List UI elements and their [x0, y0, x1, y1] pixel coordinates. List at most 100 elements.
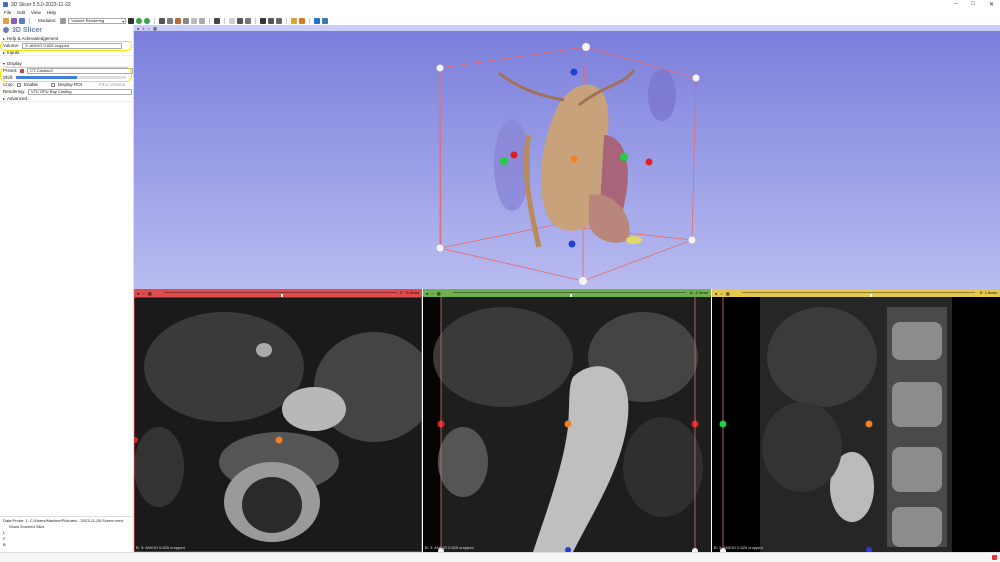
- green-offset-slider[interactable]: [453, 292, 686, 298]
- yellow-slice-controller: ● ○ ▩ R: 1.6mm: [712, 289, 1000, 298]
- enable-label: Enable: [24, 82, 39, 87]
- screenshot-icon[interactable]: [260, 17, 267, 24]
- slicer-logo: 3D Slicer: [0, 25, 133, 35]
- collapse-icon: ▾: [3, 60, 6, 66]
- display-roi-checkbox[interactable]: [51, 82, 56, 87]
- window-controls: – □ ✕: [954, 1, 994, 8]
- slice-intersect-icon[interactable]: [276, 17, 283, 24]
- main-toolbar: Modules: Volume Rendering ▾: [0, 16, 1000, 25]
- toolbar-separator: [209, 17, 211, 24]
- add-data-icon[interactable]: [3, 17, 9, 24]
- yellow-slice-image: [712, 297, 1000, 552]
- forward-icon[interactable]: [144, 17, 151, 24]
- python-console-icon[interactable]: [322, 17, 329, 24]
- red-slice-image: [134, 297, 422, 552]
- volume-highlight: [0, 41, 132, 51]
- crosshair-icon[interactable]: [245, 17, 252, 24]
- menu-edit[interactable]: Edit: [17, 10, 25, 15]
- view-3d[interactable]: ● 1 ○ ▩: [134, 25, 1000, 289]
- dicom-icon[interactable]: [11, 17, 17, 24]
- probe-line-b: B: [3, 542, 6, 547]
- view-link-icon[interactable]: [268, 17, 275, 24]
- menu-file[interactable]: File: [4, 10, 11, 15]
- pin-icon[interactable]: ●: [426, 291, 428, 296]
- window-level-icon[interactable]: [291, 17, 298, 24]
- modules-label: Modules:: [38, 18, 57, 23]
- rendering-selector-value: VTK GPU Ray Casting: [31, 89, 72, 94]
- link-icon[interactable]: ○: [720, 291, 722, 296]
- pin-icon[interactable]: ●: [715, 291, 717, 296]
- enable-checkbox[interactable]: [17, 82, 22, 87]
- toolbar-separator: [29, 17, 30, 24]
- volume-render-canvas: [436, 43, 700, 285]
- crop-row: Crop: Enable Display ROI Fit to Volume: [0, 81, 133, 88]
- green-annotation: B: 3: ANGIO 0.625 cropped: [425, 545, 474, 550]
- shift-slider-fill: [16, 76, 77, 79]
- advanced-section-label: Advanced...: [7, 95, 31, 101]
- toolbar-separator: [255, 17, 257, 24]
- maximize-icon[interactable]: □: [971, 1, 975, 8]
- module-search-icon[interactable]: [60, 17, 67, 24]
- yellow-offset-value: R: 1.6mm: [979, 290, 997, 295]
- yellow-offset-slider[interactable]: [742, 292, 975, 298]
- mouse-mode-icon[interactable]: [229, 17, 236, 24]
- rendering-row: Rendering: VTK GPU Ray Casting: [0, 88, 133, 95]
- extension-manager-icon[interactable]: [314, 17, 321, 24]
- red-offset-value: S: 71.5mm: [399, 290, 419, 295]
- close-icon[interactable]: ✕: [989, 1, 994, 8]
- red-annotation: B: 3: ANGIO 0.625 cropped: [136, 545, 185, 550]
- module-selector-value: Volume Rendering: [71, 18, 105, 23]
- red-slice-view[interactable]: ● ○ ▩ S: 71.5mm B: 3: ANGIO 0.625 croppe…: [134, 289, 422, 552]
- preset-highlight: [0, 67, 132, 82]
- transforms-module-icon[interactable]: [183, 17, 190, 24]
- link-icon[interactable]: ○: [431, 291, 433, 296]
- yellow-slice-view[interactable]: ● ○ ▩ R: 1.6mm B: 3: ANGIO 0.625 cropped: [712, 289, 1000, 552]
- green-slice-view[interactable]: ● ○ ▩ A: -2.4mm B: 3: ANGIO 0.625 croppe…: [423, 289, 711, 552]
- advanced-section[interactable]: ▸ Advanced...: [0, 95, 133, 102]
- segment-editor-icon[interactable]: [199, 17, 206, 24]
- models-module-icon[interactable]: [175, 17, 182, 24]
- display-roi-label: Display ROI: [58, 82, 83, 87]
- crop-label: Crop:: [3, 82, 15, 87]
- yellow-annotation: B: 3: ANGIO 0.625 cropped: [714, 545, 763, 550]
- rendering-selector[interactable]: VTK GPU Ray Casting: [28, 88, 133, 95]
- minimize-icon[interactable]: –: [954, 1, 957, 8]
- error-log-icon[interactable]: [992, 555, 997, 560]
- link-icon[interactable]: ○: [142, 291, 144, 296]
- expand-icon: ▸: [3, 35, 6, 41]
- help-section-label: Help & Acknowledgement: [7, 35, 59, 41]
- volumes-module-icon[interactable]: [167, 17, 174, 24]
- toolbar-separator: [309, 17, 311, 24]
- data-module-icon[interactable]: [159, 17, 166, 24]
- back-icon[interactable]: [136, 17, 143, 24]
- logo-text: 3D Slicer: [12, 26, 42, 34]
- pin-icon[interactable]: ●: [137, 291, 139, 296]
- layout-icon[interactable]: [214, 17, 221, 24]
- view-menu-icon[interactable]: ▩: [726, 291, 730, 296]
- display-section[interactable]: ▾ Display: [0, 60, 133, 67]
- place-point-icon[interactable]: [237, 17, 244, 24]
- history-icon[interactable]: [128, 17, 135, 24]
- rendering-label: Rendering:: [3, 89, 26, 94]
- display-section-label: Display: [7, 60, 22, 66]
- markups-module-icon[interactable]: [191, 17, 198, 24]
- status-bar: [0, 552, 1000, 562]
- menu-help[interactable]: Help: [47, 10, 56, 15]
- module-selector[interactable]: Volume Rendering ▾: [68, 17, 127, 24]
- menu-view[interactable]: View: [31, 10, 41, 15]
- fit-to-volume-button[interactable]: Fit to Volume: [99, 82, 125, 87]
- toolbar-separator: [286, 17, 288, 24]
- vascular-render: [494, 69, 676, 248]
- shift-slider[interactable]: [16, 76, 127, 79]
- red-offset-slider[interactable]: [164, 292, 397, 298]
- view-menu-icon[interactable]: ▩: [437, 291, 441, 296]
- view-menu-icon[interactable]: ▩: [148, 291, 152, 296]
- module-panel: 3D Slicer ▸ Help & Acknowledgement Volum…: [0, 25, 134, 556]
- toolbar-separator: [224, 17, 226, 24]
- slicer-logo-icon: [3, 27, 9, 33]
- toolbar-separator: [154, 17, 156, 24]
- save-icon[interactable]: [19, 17, 25, 24]
- color-palette-icon[interactable]: [299, 17, 306, 24]
- green-offset-value: A: -2.4mm: [689, 290, 708, 295]
- expand-icon: ▸: [3, 95, 6, 101]
